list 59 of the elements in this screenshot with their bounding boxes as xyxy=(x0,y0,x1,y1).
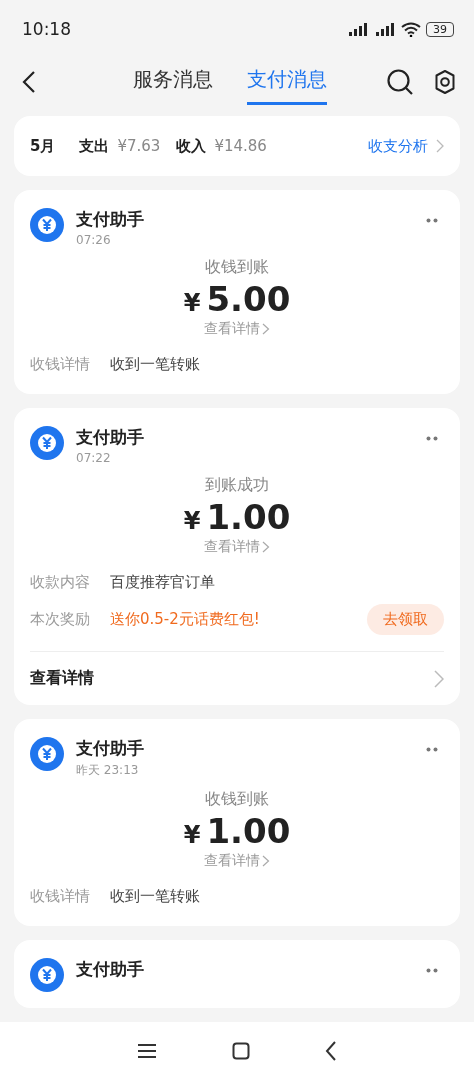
row-label: 本次奖励 xyxy=(30,610,91,629)
row-label: 收款内容 xyxy=(30,572,91,592)
chevron-icon xyxy=(434,669,444,688)
message-title: 收钱到账 xyxy=(205,789,269,810)
expense-label: 支出 xyxy=(79,136,110,156)
signal-icon xyxy=(374,22,396,36)
row-value: 百度推荐官订单 xyxy=(110,572,215,592)
tab[interactable]: 服务消息 xyxy=(133,59,213,105)
month-label: 5月 xyxy=(30,136,56,156)
details-link[interactable]: 查看详情 xyxy=(204,852,260,870)
chevron-icon xyxy=(436,139,444,153)
claim-button[interactable]: 去领取 xyxy=(367,604,444,635)
more-icon[interactable] xyxy=(426,218,438,223)
amount: 1.00 xyxy=(206,496,291,538)
status-time: 10:18 xyxy=(22,19,71,39)
sender-name: 支付助手 xyxy=(76,958,145,981)
details-link[interactable]: 查看详情 xyxy=(204,320,260,338)
message-time: 昨天 23:13 xyxy=(76,762,140,779)
search-icon[interactable] xyxy=(386,68,414,96)
sender-name: 支付助手 xyxy=(76,208,145,231)
more-icon[interactable] xyxy=(426,436,438,441)
yuan-icon xyxy=(30,737,64,771)
more-icon[interactable] xyxy=(426,747,438,752)
income-label: 收入 xyxy=(176,136,207,156)
sender-name: 支付助手 xyxy=(76,426,145,449)
signal-icon xyxy=(347,22,369,36)
currency-symbol: ¥ xyxy=(183,821,201,849)
yuan-icon xyxy=(30,426,64,460)
yuan-icon xyxy=(30,208,64,242)
chevron-icon xyxy=(262,541,270,553)
view-details-link[interactable]: 查看详情 xyxy=(30,668,94,689)
home-icon[interactable] xyxy=(232,1042,250,1060)
message-title: 到账成功 xyxy=(205,475,269,496)
details-link[interactable]: 查看详情 xyxy=(204,538,260,556)
back-icon[interactable] xyxy=(324,1041,337,1061)
message-time: 07:26 xyxy=(76,233,112,247)
expense-amount: ¥7.63 xyxy=(117,137,161,155)
yuan-icon xyxy=(30,958,64,992)
sender-name: 支付助手 xyxy=(76,737,145,760)
message-title: 收钱到账 xyxy=(205,257,269,278)
row-value: 收到一笔转账 xyxy=(110,886,200,906)
currency-symbol: ¥ xyxy=(183,289,201,317)
menu-icon[interactable] xyxy=(137,1043,158,1059)
more-icon[interactable] xyxy=(426,968,438,973)
analysis-link[interactable]: 收支分析 xyxy=(368,136,428,156)
message-time: 07:22 xyxy=(76,451,112,465)
battery-level: 39 xyxy=(426,21,454,37)
chevron-icon xyxy=(262,323,270,335)
reward-text: 送你0.5-2元话费红包! xyxy=(110,610,260,629)
income-amount: ¥14.86 xyxy=(214,137,267,155)
row-label: 收钱详情 xyxy=(30,354,91,374)
row-label: 收钱详情 xyxy=(30,886,91,906)
wifi-icon xyxy=(401,21,421,37)
chevron-icon xyxy=(262,855,270,867)
amount: 1.00 xyxy=(206,810,291,852)
row-value: 收到一笔转账 xyxy=(110,354,200,374)
amount: 5.00 xyxy=(206,278,291,320)
currency-symbol: ¥ xyxy=(183,507,201,535)
tab[interactable]: 支付消息 xyxy=(247,59,327,105)
